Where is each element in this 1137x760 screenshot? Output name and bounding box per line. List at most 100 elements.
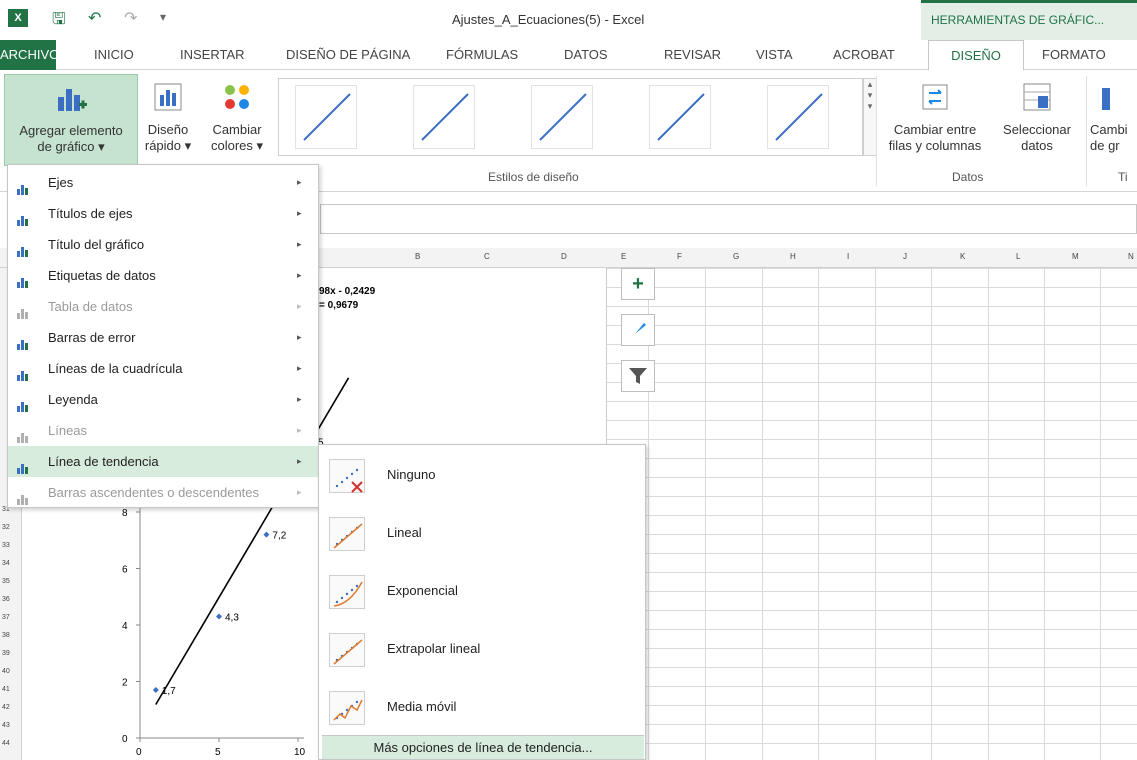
gridline — [607, 572, 1137, 573]
switch-row-column-button[interactable]: Cambiar entre filas y columnas — [880, 74, 990, 166]
row-number[interactable]: 34 — [2, 560, 10, 567]
column-m[interactable]: M — [1072, 252, 1079, 261]
row-number[interactable]: 44 — [2, 740, 10, 747]
gridline — [607, 667, 1137, 668]
gridline — [607, 287, 1137, 288]
styles-group-label: Estilos de diseño — [488, 170, 579, 184]
chart-styles-button[interactable] — [621, 314, 655, 346]
gridline — [607, 534, 1137, 535]
row-number[interactable]: 38 — [2, 632, 10, 639]
column-b[interactable]: B — [415, 252, 420, 261]
formula-bar[interactable] — [320, 204, 1137, 234]
change-colors-label1: Cambiar — [212, 122, 262, 137]
trendline-option-label: Lineal — [387, 525, 422, 540]
trendline-option-linear-forecast[interactable]: Extrapolar lineal — [319, 621, 645, 679]
column-h[interactable]: H — [790, 252, 796, 261]
column-c[interactable]: C — [484, 252, 490, 261]
qat-customize-icon[interactable]: ▾ — [160, 10, 166, 24]
row-number[interactable]: 32 — [2, 524, 10, 531]
quick-layout-button[interactable]: Diseño rápido ▾ — [140, 74, 196, 166]
trendline-option-none[interactable]: Ninguno — [319, 447, 645, 505]
column-l[interactable]: L — [1016, 252, 1020, 261]
column-f[interactable]: F — [677, 252, 682, 261]
switch-row-column-icon — [922, 84, 948, 110]
more-trendline-options[interactable]: Más opciones de línea de tendencia... — [322, 735, 644, 759]
column-j[interactable]: J — [903, 252, 907, 261]
row-number[interactable]: 37 — [2, 614, 10, 621]
column-n[interactable]: N — [1128, 252, 1134, 261]
menu-item-gridlines[interactable]: Líneas de la cuadrícula ▸ — [8, 353, 318, 384]
data-label: 1,7 — [162, 686, 176, 697]
submenu-arrow-icon: ▸ — [297, 301, 302, 311]
trendline-option-exponential[interactable]: Exponencial — [319, 563, 645, 621]
row-number[interactable]: 39 — [2, 650, 10, 657]
row-number[interactable]: 43 — [2, 722, 10, 729]
data-point[interactable] — [263, 531, 270, 538]
chart-filters-button[interactable] — [621, 360, 655, 392]
menu-item-legend[interactable]: Leyenda ▸ — [8, 384, 318, 415]
chart-styles-gallery — [278, 78, 863, 156]
column-k[interactable]: K — [960, 252, 965, 261]
gridline — [607, 382, 1137, 383]
column-d[interactable]: D — [561, 252, 567, 261]
menu-item-label: Barras ascendentes o descendentes — [48, 485, 260, 500]
column-e[interactable]: E — [621, 252, 626, 261]
tab-formulas[interactable]: FÓRMULAS — [446, 40, 518, 70]
column-i[interactable]: I — [847, 252, 849, 261]
tab-datos[interactable]: DATOS — [564, 40, 608, 70]
menu-item-data-labels[interactable]: Etiquetas de datos ▸ — [8, 260, 318, 291]
tab-revisar[interactable]: REVISAR — [664, 40, 721, 70]
submenu-arrow-icon: ▸ — [297, 456, 302, 466]
row-number[interactable]: 35 — [2, 578, 10, 585]
row-number[interactable]: 33 — [2, 542, 10, 549]
menu-item-axes[interactable]: Ejes ▸ — [8, 167, 318, 198]
menu-item-up-down-bars: Barras ascendentes o descendentes ▸ — [8, 477, 318, 508]
tab-insertar[interactable]: INSERTAR — [180, 40, 245, 70]
submenu-arrow-icon: ▸ — [297, 332, 302, 342]
tab-inicio[interactable]: INICIO — [94, 40, 134, 70]
chart-style-thumb-2[interactable] — [413, 85, 475, 149]
undo-icon[interactable]: ↶ — [88, 8, 101, 28]
plus-icon: + — [632, 273, 644, 295]
save-icon[interactable]: 🖫 — [52, 8, 66, 35]
tab-acrobat[interactable]: ACROBAT — [833, 40, 895, 70]
menu-item-axis-titles[interactable]: Títulos de ejes ▸ — [8, 198, 318, 229]
menu-item-error-bars[interactable]: Barras de error ▸ — [8, 322, 318, 353]
row-number[interactable]: 42 — [2, 704, 10, 711]
row-number[interactable]: 41 — [2, 686, 10, 693]
submenu-arrow-icon: ▸ — [297, 239, 302, 249]
tab-vista[interactable]: VISTA — [756, 40, 793, 70]
row-number[interactable]: 36 — [2, 596, 10, 603]
add-chart-element-button[interactable]: Agregar elemento de gráfico ▾ — [4, 74, 138, 166]
redo-icon[interactable]: ↷ — [124, 8, 137, 28]
gallery-scroll[interactable]: ▴ ▾ ▾ — [863, 78, 877, 156]
trendline-option-moving-average[interactable]: Media móvil — [319, 679, 645, 737]
chart-style-thumb-5[interactable] — [767, 85, 829, 149]
change-chart-type-button[interactable]: Cambi de gr — [1090, 74, 1137, 166]
chart-style-thumb-1[interactable] — [295, 85, 357, 149]
data-point[interactable] — [152, 686, 159, 693]
trendline-linear-forecast-icon — [329, 633, 365, 667]
column-g[interactable]: G — [733, 252, 739, 261]
tab-formato[interactable]: FORMATO — [1042, 40, 1106, 70]
chart-elements-button[interactable]: + — [621, 268, 655, 300]
menu-item-label: Título del gráfico — [48, 237, 145, 252]
gridline — [607, 496, 1137, 497]
trendline-option-linear[interactable]: Lineal — [319, 505, 645, 563]
select-data-label1: Seleccionar — [1003, 122, 1071, 137]
chart-style-thumb-3[interactable] — [531, 85, 593, 149]
gridline — [607, 439, 1137, 440]
excel-logo-icon: X — [8, 9, 28, 27]
menu-item-trendline[interactable]: Línea de tendencia ▸ — [8, 446, 318, 477]
gridline — [607, 515, 1137, 516]
change-colors-button[interactable]: Cambiar colores ▾ — [202, 74, 272, 166]
row-number[interactable]: 40 — [2, 668, 10, 675]
chart-style-thumb-4[interactable] — [649, 85, 711, 149]
data-labels-icon — [16, 269, 30, 288]
tab-diseno[interactable]: DISEÑO — [928, 40, 1024, 71]
select-data-button[interactable]: Seleccionar datos — [992, 74, 1082, 166]
data-point[interactable] — [216, 613, 222, 620]
menu-item-chart-title[interactable]: Título del gráfico ▸ — [8, 229, 318, 260]
tab-diseno-pagina[interactable]: DISEÑO DE PÁGINA — [286, 40, 410, 70]
tab-archivo[interactable]: ARCHIVO — [0, 40, 59, 70]
